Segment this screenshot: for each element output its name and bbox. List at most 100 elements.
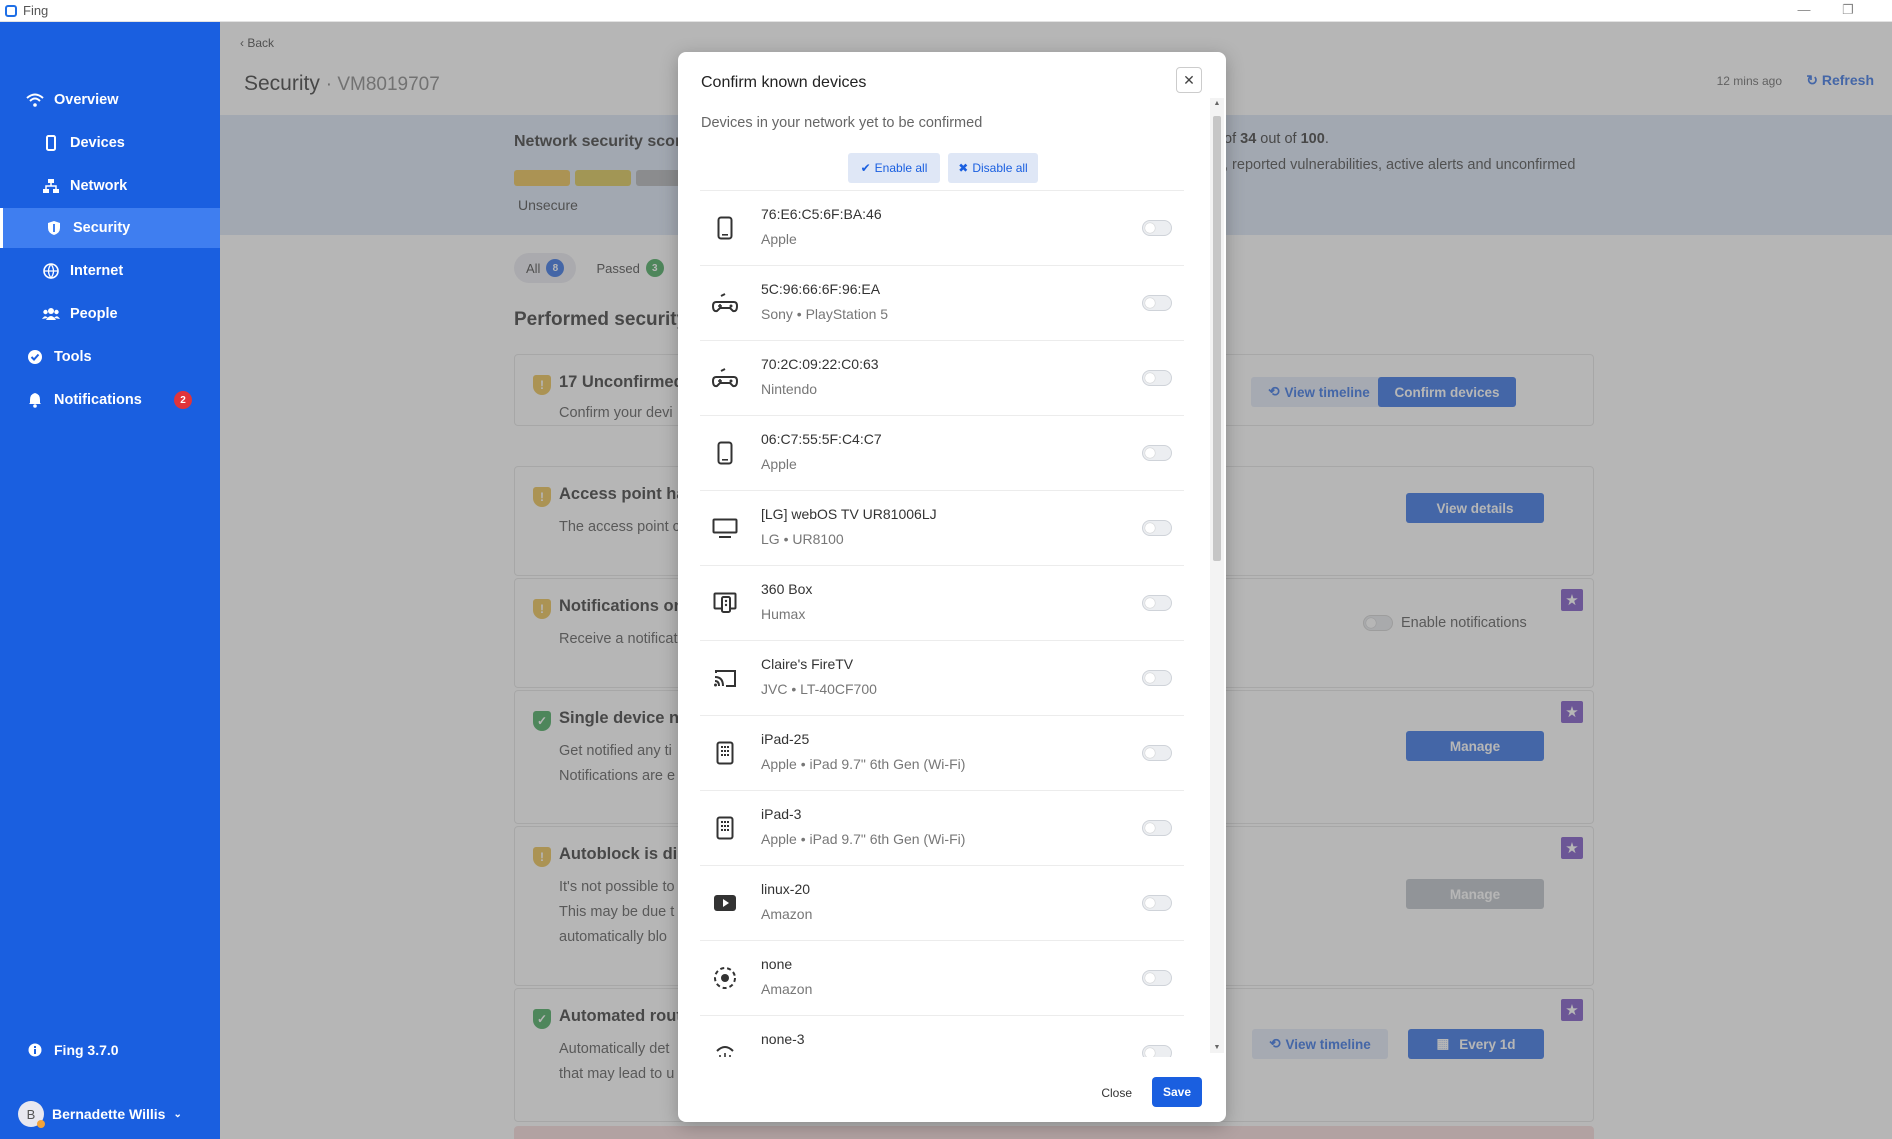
device-name: iPad-25 [761,731,810,747]
modal-subtitle: Devices in your network yet to be confir… [701,115,983,131]
device-confirm-toggle[interactable] [1142,295,1172,311]
close-button[interactable]: Close [1101,1086,1132,1100]
window-title: Fing [23,3,49,18]
tablet-icon [712,815,738,841]
restore-button[interactable]: ❐ [1833,2,1863,18]
shield-icon [45,219,63,237]
sidebar-item-people[interactable]: People [42,294,118,334]
device-name: 06:C7:55:5F:C4:C7 [761,431,882,447]
sidebar: Overview Devices Network Security Intern… [0,22,220,1139]
bell-icon [26,391,44,409]
avatar: B [18,1101,45,1128]
device-row: linux-20 Amazon [700,866,1184,941]
sensor-icon [712,965,738,991]
phone-icon [712,215,738,241]
device-row: 360 Box Humax [700,566,1184,641]
device-vendor: Sony • PlayStation 5 [761,306,889,322]
tablet-icon [712,740,738,766]
device-vendor: Apple • iPad 9.7" 6th Gen (Wi-Fi) [761,756,966,772]
device-confirm-toggle[interactable] [1142,220,1172,236]
sidebar-item-tools[interactable]: Tools [26,337,92,377]
version-label: Fing 3.7.0 [54,1042,119,1058]
device-row: iPad-25 Apple • iPad 9.7" 6th Gen (Wi-Fi) [700,716,1184,791]
device-row: none Amazon [700,941,1184,1016]
wifi-icon [26,91,44,109]
device-row: [LG] webOS TV UR81006LJ LG • UR8100 [700,491,1184,566]
network-icon [42,177,60,195]
button-label: Enable all [874,161,928,175]
device-list: 76:E6:C5:6F:BA:46 Apple 5C:96:66:6F:96:EA S… [700,190,1184,1057]
confirm-devices-modal: Confirm known devices ✕ Devices in your … [678,52,1226,1122]
scrollbar-thumb[interactable] [1213,116,1221,561]
minimize-button[interactable]: — [1789,2,1819,17]
button-label: Disable all [972,161,1028,175]
sidebar-item-label: Notifications [54,392,142,408]
media-player-icon [712,890,738,916]
device-row: none-3 [700,1016,1184,1057]
scroll-down-icon[interactable]: ▼ [1210,1044,1224,1051]
device-name: 360 Box [761,581,813,597]
device-name: 5C:96:66:6F:96:EA [761,281,881,297]
device-vendor: Nintendo [761,381,818,397]
device-confirm-toggle[interactable] [1142,895,1172,911]
device-confirm-toggle[interactable] [1142,1045,1172,1057]
check-circle-icon [26,348,44,366]
device-vendor: Apple [761,456,797,472]
globe-icon [42,262,60,280]
device-confirm-toggle[interactable] [1142,670,1172,686]
device-confirm-toggle[interactable] [1142,745,1172,761]
phone-icon [712,440,738,466]
device-row: iPad-3 Apple • iPad 9.7" 6th Gen (Wi-Fi) [700,791,1184,866]
device-vendor: JVC • LT-40CF700 [761,681,877,697]
device-vendor: LG • UR8100 [761,531,844,547]
user-menu[interactable]: B Bernadette Willis ⌄ [18,1101,182,1128]
sidebar-item-label: Devices [70,135,125,151]
sidebar-item-notifications[interactable]: Notifications 2 [26,380,192,420]
device-vendor: Apple • iPad 9.7" 6th Gen (Wi-Fi) [761,831,966,847]
gamepad-icon [712,290,738,316]
device-name: iPad-3 [761,806,802,822]
modal-title: Confirm known devices [701,74,867,91]
device-name: Claire's FireTV [761,656,854,672]
enable-all-button[interactable]: ✔ Enable all [848,153,940,183]
device-row: 5C:96:66:6F:96:EA Sony • PlayStation 5 [700,266,1184,341]
sidebar-item-security[interactable]: Security [0,208,220,248]
tv-icon [712,515,738,541]
device-name: linux-20 [761,881,811,897]
device-name: none [761,956,793,972]
scroll-up-icon[interactable]: ▲ [1210,100,1224,107]
sidebar-item-label: Security [73,220,131,236]
fing-app-icon [5,4,17,17]
device-confirm-toggle[interactable] [1142,370,1172,386]
device-confirm-toggle[interactable] [1142,820,1172,836]
version-info[interactable]: Fing 3.7.0 [26,1030,119,1070]
user-name: Bernadette Willis [52,1106,166,1122]
device-list-scrollbar[interactable]: ▲ ▼ [1210,98,1224,1053]
window-titlebar: Fing — ❐ [0,0,1892,22]
device-confirm-toggle[interactable] [1142,445,1172,461]
people-icon [42,305,60,323]
device-confirm-toggle[interactable] [1142,520,1172,536]
disable-all-button[interactable]: ✖ Disable all [948,153,1038,183]
close-icon[interactable]: ✕ [1176,67,1202,93]
x-icon: ✖ [958,161,969,175]
fingerprint-icon [712,1040,738,1057]
device-name: 76:E6:C5:6F:BA:46 [761,206,882,222]
sidebar-item-label: Overview [54,92,119,108]
sidebar-item-network[interactable]: Network [42,166,127,206]
save-button[interactable]: Save [1152,1077,1202,1107]
sidebar-item-internet[interactable]: Internet [42,251,123,291]
sidebar-item-devices[interactable]: Devices [42,123,125,163]
sidebar-item-label: Tools [54,349,92,365]
info-icon [26,1041,44,1059]
device-confirm-toggle[interactable] [1142,595,1172,611]
device-vendor: Amazon [761,906,813,922]
check-icon: ✔ [860,161,871,175]
phone-icon [42,134,60,152]
sidebar-item-label: Internet [70,263,124,279]
sidebar-item-overview[interactable]: Overview [26,80,119,120]
device-row: 06:C7:55:5F:C4:C7 Apple [700,416,1184,491]
gamepad-icon [712,365,738,391]
sidebar-item-label: Network [70,178,128,194]
device-confirm-toggle[interactable] [1142,970,1172,986]
